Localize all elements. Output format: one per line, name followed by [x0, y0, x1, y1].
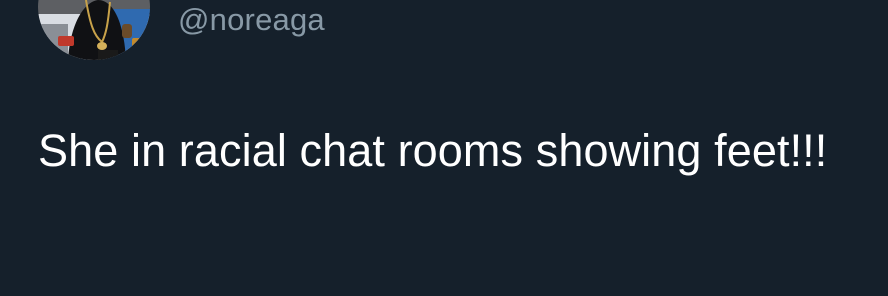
user-handle[interactable]: @noreaga [178, 0, 325, 40]
tweet-card: @noreaga She in racial chat rooms showin… [0, 0, 888, 296]
profile-avatar[interactable] [38, 0, 150, 60]
avatar-image [38, 0, 150, 60]
tweet-text: She in racial chat rooms showing feet!!! [38, 125, 828, 176]
